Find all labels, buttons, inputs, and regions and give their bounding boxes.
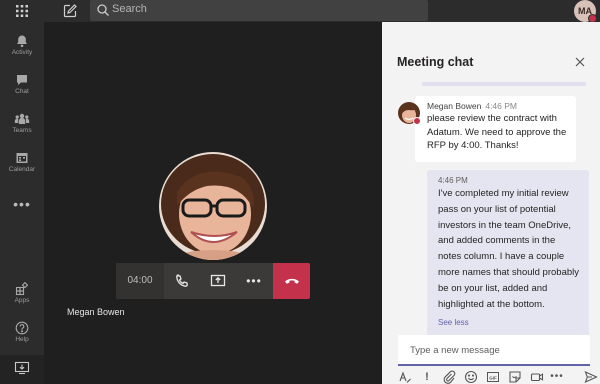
chat-title: Meeting chat — [397, 55, 474, 69]
rail-item-label: Teams — [12, 127, 32, 134]
rail-item-chat[interactable]: Chat — [0, 69, 44, 107]
rail-item-activity[interactable]: Activity — [0, 30, 44, 68]
message-text: I've completed my initial review pass on… — [438, 188, 579, 310]
bell-icon — [17, 35, 27, 48]
more-options-button[interactable]: ••• — [236, 263, 272, 299]
phone-icon — [176, 274, 188, 287]
rail-item-calendar[interactable]: Calendar — [0, 147, 44, 185]
chat-icon — [17, 75, 27, 85]
share-screen-button[interactable] — [200, 263, 236, 299]
sticker-icon[interactable] — [508, 370, 522, 384]
message-time: 4:46 PM — [438, 176, 468, 185]
outgoing-message: 4:46 PM I've completed my initial review… — [427, 170, 589, 346]
device-download-icon — [14, 361, 30, 375]
download-app-button[interactable] — [0, 355, 44, 384]
message-compose-input[interactable]: Type a new message — [398, 335, 590, 366]
format-icon[interactable] — [398, 370, 412, 384]
call-controls: 04:00 ••• — [116, 263, 310, 299]
search-icon — [96, 3, 110, 17]
message-sender: Megan Bowen — [427, 101, 482, 111]
user-avatar[interactable]: MA — [574, 0, 597, 23]
compose-placeholder: Type a new message — [410, 345, 500, 356]
close-icon[interactable] — [574, 55, 586, 67]
top-bar: Search MA — [0, 0, 600, 23]
rail-item-label: Apps — [14, 297, 30, 304]
rail-item-label: Activity — [11, 49, 33, 56]
rail-item-label: Chat — [15, 88, 29, 95]
important-icon[interactable]: ! — [420, 370, 434, 384]
previous-message-edge — [422, 82, 586, 86]
rail-item-label: Calendar — [8, 166, 36, 173]
meet-now-icon[interactable] — [530, 370, 544, 384]
apps-icon — [15, 282, 29, 296]
app-rail: Activity Chat Teams Calendar ••• Apps He… — [0, 22, 44, 384]
search-input[interactable]: Search — [90, 0, 428, 21]
rail-item-label: Help — [15, 336, 29, 343]
see-less-link[interactable]: See less — [438, 318, 469, 327]
message-time: 4:46 PM — [485, 101, 517, 111]
incoming-message: Megan Bowen 4:46 PM please review the con… — [415, 96, 576, 162]
meeting-chat-panel: Meeting chat Megan Bowen 4:46 PM please r… — [382, 22, 600, 384]
participant-name: Megan Bowen — [67, 307, 125, 317]
chat-header: Meeting chat — [382, 22, 600, 84]
presence-busy-icon — [413, 117, 421, 125]
rail-item-help[interactable]: Help — [0, 317, 44, 355]
app-launcher-icon[interactable] — [14, 3, 30, 19]
more-options-icon[interactable]: ••• — [550, 370, 564, 384]
attach-icon[interactable] — [442, 370, 456, 384]
svg-text:GIF: GIF — [489, 375, 497, 380]
gif-icon[interactable]: GIF — [486, 370, 500, 384]
participant-avatar — [159, 152, 267, 260]
message-meta: Megan Bowen 4:46 PM — [427, 101, 570, 111]
more-apps-icon[interactable]: ••• — [0, 196, 44, 212]
rail-item-teams[interactable]: Teams — [0, 108, 44, 146]
teams-icon — [14, 113, 30, 124]
share-screen-icon — [210, 274, 226, 287]
compose-toolbar: ! GIF ••• — [398, 370, 598, 384]
hang-up-button[interactable] — [273, 263, 310, 299]
help-icon — [15, 321, 29, 335]
rail-item-apps[interactable]: Apps — [0, 278, 44, 316]
call-stage: 04:00 ••• Megan Bowen — [44, 22, 382, 384]
new-chat-icon[interactable] — [62, 3, 78, 19]
emoji-icon[interactable] — [464, 370, 478, 384]
calendar-icon — [16, 153, 28, 163]
dialpad-button[interactable] — [164, 263, 200, 299]
call-timer: 04:00 — [116, 263, 164, 299]
send-icon[interactable] — [584, 370, 598, 384]
search-placeholder: Search — [112, 3, 147, 15]
hang-up-icon — [284, 278, 299, 284]
message-text: please review the contract with Adatum. … — [427, 113, 567, 151]
